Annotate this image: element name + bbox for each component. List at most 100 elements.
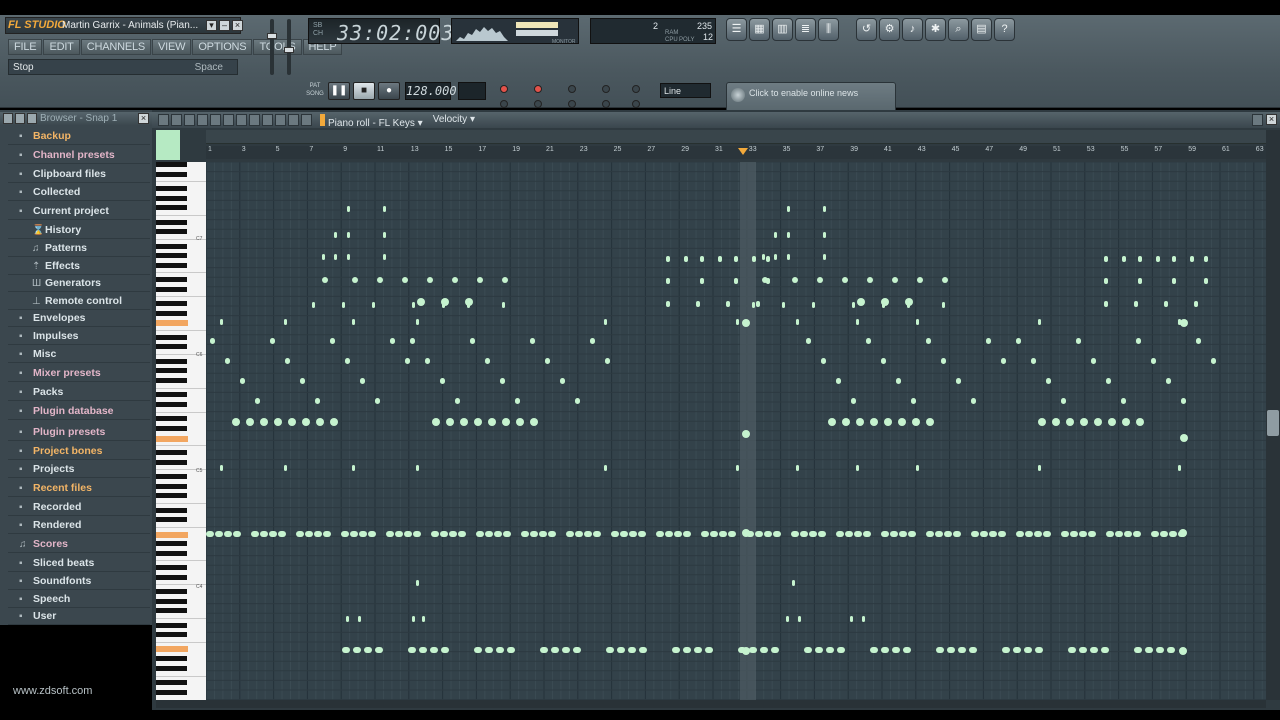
note[interactable] (742, 529, 750, 537)
black-key[interactable] (156, 344, 187, 350)
note[interactable] (1122, 418, 1130, 426)
black-key[interactable] (156, 680, 187, 686)
note[interactable] (410, 338, 415, 344)
note[interactable] (742, 319, 750, 327)
note[interactable] (1204, 256, 1208, 262)
note[interactable] (755, 531, 763, 537)
note[interactable] (898, 418, 906, 426)
note[interactable] (836, 378, 841, 384)
note[interactable] (1156, 647, 1164, 653)
note[interactable] (766, 278, 770, 284)
note[interactable] (395, 531, 403, 537)
note[interactable] (593, 531, 601, 537)
note[interactable] (1160, 531, 1168, 537)
pr-menu-icon[interactable] (158, 114, 169, 126)
plugin-picker-icon[interactable]: ⚙ (879, 18, 900, 41)
blend-notes-toggle[interactable] (568, 85, 576, 93)
note[interactable] (530, 531, 538, 537)
note[interactable] (806, 338, 811, 344)
note[interactable] (452, 277, 458, 283)
note[interactable] (383, 206, 386, 212)
note[interactable] (719, 531, 727, 537)
black-key[interactable] (156, 392, 187, 398)
browser-item[interactable]: ♫ Scores (8, 536, 150, 553)
note[interactable] (638, 531, 646, 537)
note[interactable] (284, 319, 287, 325)
note[interactable] (1211, 358, 1216, 364)
multilink-toggle[interactable] (602, 100, 610, 108)
playback-icon[interactable] (275, 114, 286, 126)
maximize-icon[interactable] (1252, 114, 1263, 126)
note[interactable] (1115, 531, 1123, 537)
note[interactable] (584, 531, 592, 537)
scroll-toggle[interactable] (568, 100, 576, 108)
note[interactable] (341, 531, 349, 537)
note[interactable] (422, 616, 425, 622)
browser-item[interactable]: ▪ Sliced beats (8, 555, 150, 572)
note[interactable] (260, 418, 268, 426)
auto-toggle[interactable] (632, 100, 640, 108)
tempo-tapper-icon[interactable]: ♪ (902, 18, 923, 41)
master-volume-slider[interactable] (267, 19, 277, 75)
note[interactable] (742, 647, 750, 655)
black-key[interactable] (156, 162, 187, 167)
note[interactable] (969, 647, 977, 653)
note[interactable] (1122, 256, 1126, 262)
note[interactable] (352, 277, 358, 283)
note[interactable] (350, 531, 358, 537)
note[interactable] (911, 398, 916, 404)
step-edit-toggle[interactable] (534, 85, 542, 93)
note[interactable] (500, 378, 505, 384)
note[interactable] (823, 254, 826, 260)
close-icon[interactable]: × (232, 20, 243, 31)
note[interactable] (1136, 338, 1141, 344)
note[interactable] (1167, 647, 1175, 653)
note[interactable] (856, 319, 859, 325)
browser-item[interactable]: ▪ Recent files (8, 480, 150, 497)
note[interactable] (375, 647, 383, 653)
note[interactable] (786, 616, 789, 622)
tempo-display[interactable]: 128.000 (405, 82, 457, 100)
note[interactable] (684, 256, 688, 262)
note[interactable] (342, 647, 350, 653)
countdown-toggle[interactable] (500, 100, 508, 108)
note[interactable] (639, 647, 647, 653)
note[interactable] (701, 531, 709, 537)
note[interactable] (390, 338, 395, 344)
note[interactable] (628, 647, 636, 653)
loop-record-toggle[interactable] (534, 100, 542, 108)
note[interactable] (404, 531, 412, 537)
note[interactable] (1180, 434, 1188, 442)
note[interactable] (575, 531, 583, 537)
black-key[interactable] (156, 541, 187, 547)
note[interactable] (1121, 398, 1126, 404)
mute-icon[interactable] (223, 114, 234, 126)
black-key[interactable] (156, 243, 187, 249)
note[interactable] (916, 465, 919, 471)
browser-item[interactable]: ▪ Rendered (8, 517, 150, 534)
black-key[interactable] (156, 229, 187, 235)
note[interactable] (1016, 338, 1021, 344)
note[interactable] (863, 531, 871, 537)
note[interactable] (441, 647, 449, 653)
browser-item[interactable]: ⌛ History (8, 222, 150, 239)
note[interactable] (998, 531, 1006, 537)
note[interactable] (1013, 647, 1021, 653)
note[interactable] (1076, 338, 1081, 344)
note[interactable] (604, 465, 607, 471)
browser-icon[interactable]: ≣ (795, 18, 816, 41)
black-key[interactable] (156, 474, 187, 479)
note[interactable] (377, 277, 383, 283)
note[interactable] (791, 531, 799, 537)
note[interactable] (359, 531, 367, 537)
note[interactable] (665, 531, 673, 537)
black-key[interactable] (156, 253, 187, 259)
note[interactable] (240, 378, 245, 384)
note[interactable] (496, 647, 504, 653)
note[interactable] (683, 647, 691, 653)
note[interactable] (787, 232, 790, 238)
note[interactable] (666, 278, 670, 284)
note[interactable] (315, 398, 320, 404)
note[interactable] (823, 206, 826, 212)
paint-icon[interactable] (197, 114, 208, 126)
